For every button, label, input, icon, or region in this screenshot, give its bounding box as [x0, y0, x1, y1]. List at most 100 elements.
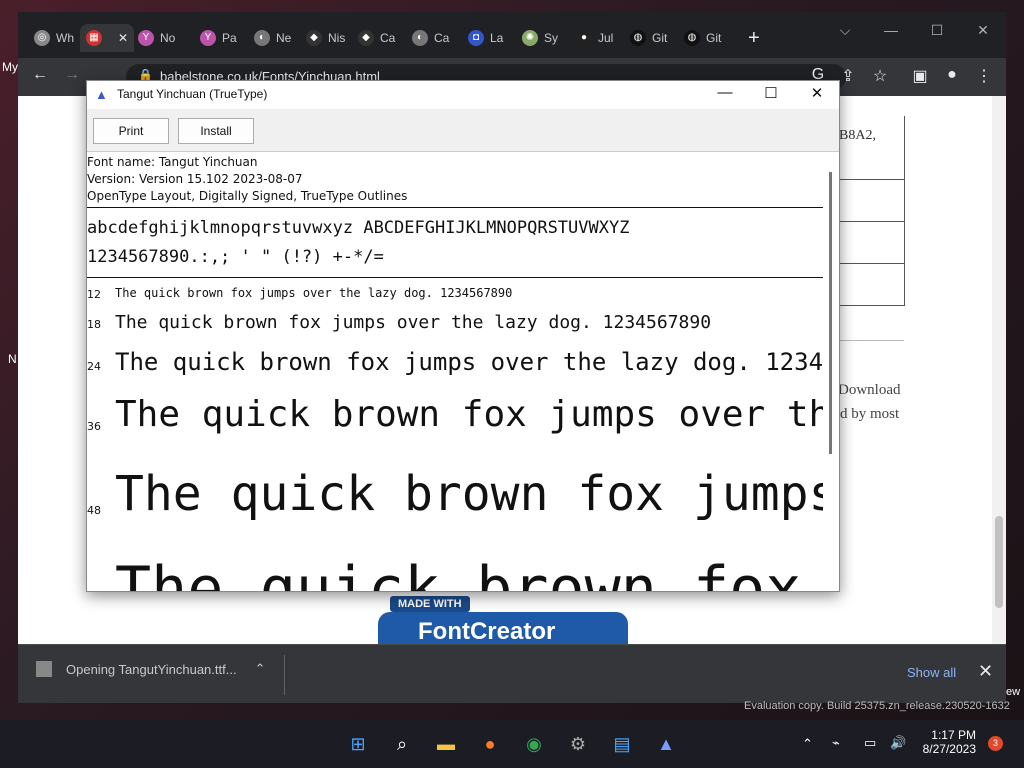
font-name: Font name: Tangut Yinchuan [87, 155, 258, 169]
tab[interactable]: ◆ Nis [300, 24, 351, 52]
y-icon: Y [138, 30, 154, 46]
notification-badge[interactable]: 3 [988, 736, 1003, 751]
font-viewer-dialog: ▲ Tangut Yinchuan (TrueType) — ☐ ✕ Print… [86, 80, 840, 592]
downloads-bar: Opening TangutYinchuan.ttf... ⌃ Show all… [18, 644, 1006, 703]
tab-label: Jul [598, 31, 614, 45]
charset-lowercase-uppercase: abcdefghijklmnopqrstuvwxyz ABCDEFGHIJKLM… [87, 218, 630, 238]
scrollbar-thumb[interactable] [829, 172, 832, 454]
sample-size-label: 36 [87, 420, 101, 433]
tab-label: Nis [328, 31, 346, 45]
menu-icon[interactable]: ⋮ [972, 66, 996, 86]
sample-text: The quick brown fox jumps over the lazy … [115, 394, 823, 435]
gear-icon: ✺ [522, 30, 538, 46]
sidepanel-icon[interactable]: ▣ [908, 66, 932, 86]
tab[interactable]: ◎ Wh [28, 24, 80, 52]
maximize-button[interactable]: ☐ [751, 84, 791, 102]
evaluation-watermark: Evaluation copy. Build 25375.zn_release.… [744, 700, 1010, 712]
close-icon[interactable]: ✕ [978, 661, 993, 682]
chevron-up-icon[interactable]: ⌃ [802, 736, 813, 752]
close-button[interactable]: ✕ [797, 84, 837, 102]
babelstone-icon: ▦ [86, 30, 102, 46]
firefox-icon[interactable]: ● [476, 730, 504, 758]
app-icon[interactable]: ▤ [608, 730, 636, 758]
network-icon[interactable]: ⌁ [832, 735, 840, 751]
circle-icon: ● [576, 30, 592, 46]
settings-icon[interactable]: ⚙ [564, 730, 592, 758]
tab[interactable]: ◘ La [462, 24, 509, 52]
tab-label: Ca [380, 31, 396, 45]
globe-icon: ◐ [254, 30, 270, 46]
divider [284, 655, 285, 695]
made-with-badge: MADE WITH [390, 596, 470, 612]
chrome-icon: ◎ [34, 30, 50, 46]
tab[interactable]: Y No [132, 24, 181, 52]
page-scrollbar[interactable] [992, 96, 1006, 644]
app-icon: ◘ [468, 30, 484, 46]
dialog-title: Tangut Yinchuan (TrueType) [117, 87, 268, 101]
tab[interactable]: ● Jul [570, 24, 619, 52]
file-icon [36, 661, 52, 677]
tab[interactable]: ◍ Git [678, 24, 727, 52]
chevron-up-icon[interactable]: ⌃ [255, 661, 266, 677]
tab[interactable]: ◐ Ne [248, 24, 297, 52]
minimize-button[interactable]: — [705, 84, 745, 101]
maximize-button[interactable]: ☐ [922, 22, 952, 39]
sample-size-label: 12 [87, 288, 101, 301]
close-tab-icon[interactable]: ✕ [118, 31, 128, 45]
tab[interactable]: Y Pa [194, 24, 243, 52]
star-icon[interactable]: ☆ [868, 66, 892, 86]
volume-icon[interactable]: 🔊 [890, 735, 906, 751]
tab[interactable]: ▦ ✕ [80, 24, 135, 52]
profile-icon[interactable]: ● [940, 66, 964, 84]
tab-label: Ne [276, 31, 292, 45]
font-icon: ▲ [95, 87, 108, 102]
chrome-icon[interactable]: ◉ [520, 730, 548, 758]
minimize-button[interactable]: — [876, 22, 906, 38]
paragraph-text: d by most [840, 406, 900, 422]
github-icon: ◍ [684, 30, 700, 46]
font-viewer-icon[interactable]: ▲ [652, 730, 680, 758]
windows-start-icon[interactable]: ⊞ [344, 730, 372, 758]
divider [87, 207, 823, 208]
github-icon: ◍ [630, 30, 646, 46]
sample-text: The quick brown fox jumps over the lazy … [115, 348, 823, 376]
tab-label: Pa [222, 31, 237, 45]
download-item[interactable]: Opening TangutYinchuan.ttf... ⌃ [36, 661, 265, 677]
desktop-label: ew [1006, 686, 1021, 698]
dialog-toolbar: Print Install [87, 109, 839, 152]
tab-label: La [490, 31, 504, 45]
install-button[interactable]: Install [178, 118, 254, 144]
sample-size-label: 24 [87, 360, 101, 373]
clock[interactable]: 1:17 PM 8/27/2023 [918, 728, 976, 756]
tab[interactable]: ◍ Git [624, 24, 673, 52]
close-button[interactable]: ✕ [968, 22, 998, 39]
display-icon[interactable]: ▭ [864, 735, 876, 751]
divider [87, 277, 823, 278]
desktop-label: N [8, 352, 17, 366]
table-cell [839, 264, 905, 306]
new-tab-button[interactable]: + [748, 24, 760, 52]
dialog-scrollbar[interactable] [823, 152, 839, 591]
print-button[interactable]: Print [93, 118, 169, 144]
globe-icon: ◐ [412, 30, 428, 46]
clock-date: 8/27/2023 [922, 742, 976, 756]
tab[interactable]: ◐ Ca [406, 24, 455, 52]
clock-time: 1:17 PM [931, 728, 976, 742]
show-all-button[interactable]: Show all [907, 665, 956, 680]
file-explorer-icon[interactable]: ▬ [432, 730, 460, 758]
search-icon[interactable]: ⌕ [388, 730, 416, 758]
shoe-icon: ◆ [306, 30, 322, 46]
tab[interactable]: ✺ Sy [516, 24, 564, 52]
fontcreator-logo[interactable]: MADE WITH FontCreator [378, 596, 630, 644]
scrollbar-thumb[interactable] [995, 516, 1003, 608]
y-icon: Y [200, 30, 216, 46]
taskbar: ⊞ ⌕ ▬ ● ◉ ⚙ ▤ ▲ ⌃ ⌁ ▭ 🔊 1:17 PM 8/27/202… [0, 720, 1024, 768]
tab-label: Sy [544, 31, 559, 45]
sample-text: The quick brown fox jumps over the lazy … [115, 466, 823, 522]
tab[interactable]: ◆ Ca [352, 24, 401, 52]
tab-label: Wh [56, 31, 74, 45]
font-preview: Font name: Tangut Yinchuan Version: Vers… [87, 152, 823, 591]
back-icon[interactable]: ← [28, 66, 52, 84]
forward-icon[interactable]: → [60, 66, 84, 84]
chevron-down-icon[interactable]: ⌵ [830, 22, 860, 39]
